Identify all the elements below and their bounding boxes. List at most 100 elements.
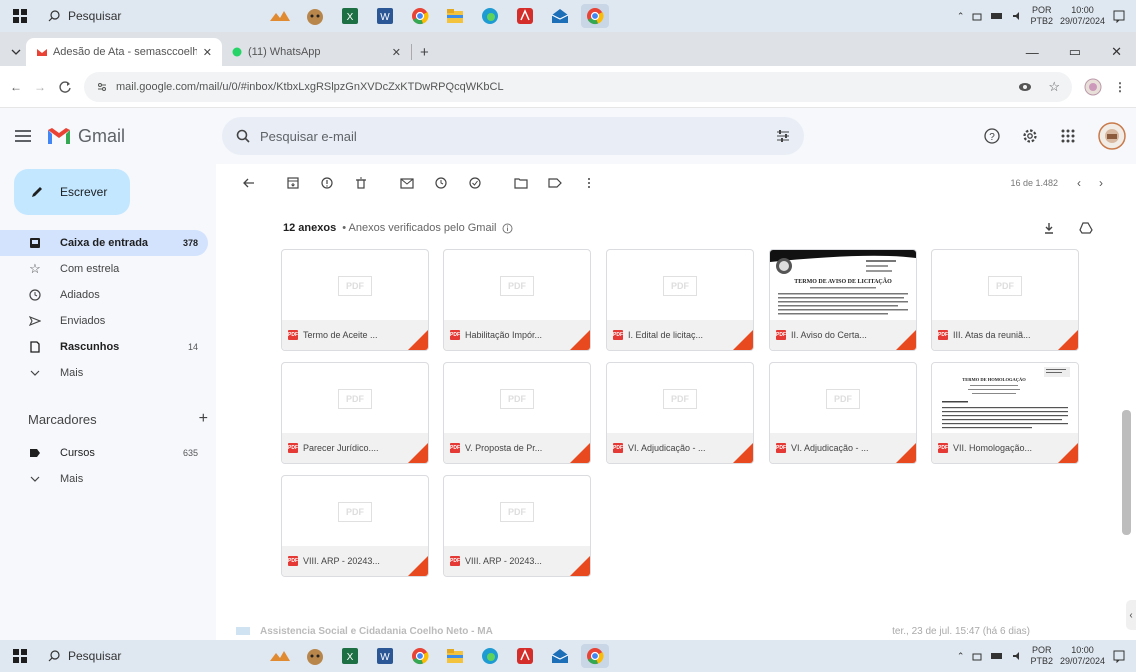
- account-avatar[interactable]: [1098, 122, 1126, 150]
- attachment-card[interactable]: PDF PDF Parecer Jurídico....: [281, 362, 429, 464]
- edge-app-icon[interactable]: [476, 4, 504, 28]
- tray-chevron-up-icon[interactable]: ⌃: [957, 11, 965, 22]
- older-icon[interactable]: ‹: [1068, 176, 1090, 190]
- nav-item-drafts[interactable]: Rascunhos 14: [0, 334, 208, 360]
- search-filter-icon[interactable]: [776, 129, 790, 143]
- nav-item-more[interactable]: Mais: [0, 360, 208, 386]
- attachment-card[interactable]: PDF PDF VI. Adjudicação - ...: [769, 362, 917, 464]
- mail-search-input[interactable]: Pesquisar e-mail: [222, 117, 804, 155]
- taskbar-search[interactable]: Pesquisar: [40, 640, 206, 672]
- nav-item-inbox[interactable]: Caixa de entrada 378: [0, 230, 208, 256]
- site-info-icon[interactable]: [96, 81, 108, 93]
- windows-start-button[interactable]: [0, 0, 40, 32]
- gmail-logo[interactable]: Gmail: [46, 126, 222, 147]
- chrome-app-icon[interactable]: [406, 4, 434, 28]
- word-app-icon[interactable]: W: [371, 4, 399, 28]
- tab-whatsapp[interactable]: (11) WhatsApp ✕: [222, 44, 412, 60]
- attachment-card[interactable]: PDF PDF Habilitação Impór...: [443, 249, 591, 351]
- volume-icon[interactable]: [1011, 10, 1023, 22]
- attachment-card[interactable]: PDF PDF VIII. ARP - 20243...: [281, 475, 429, 577]
- pdf-reader-icon[interactable]: [511, 4, 539, 28]
- word-app-icon[interactable]: W: [371, 644, 399, 668]
- browser-menu-icon[interactable]: ⋮: [1114, 80, 1126, 94]
- tray-language[interactable]: POR PTB2: [1030, 645, 1053, 667]
- back-to-inbox-icon[interactable]: [236, 170, 262, 196]
- apps-grid-icon[interactable]: [1060, 128, 1076, 144]
- download-all-icon[interactable]: [1043, 222, 1055, 234]
- edge-app-icon[interactable]: [476, 644, 504, 668]
- battery-icon[interactable]: [990, 10, 1004, 22]
- restore-icon[interactable]: ▭: [1069, 44, 1081, 60]
- tab-gmail[interactable]: Adesão de Ata - semasccoelhon ✕: [26, 38, 222, 66]
- attachment-card[interactable]: TERMO DE HOMOLOGAÇÃO PDF VII. Homologação…: [931, 362, 1079, 464]
- add-to-drive-icon[interactable]: [1079, 222, 1093, 234]
- compose-button[interactable]: Escrever: [14, 169, 130, 215]
- report-spam-icon[interactable]: [314, 170, 340, 196]
- info-icon[interactable]: [502, 223, 513, 234]
- volume-icon[interactable]: [1011, 650, 1023, 662]
- more-options-icon[interactable]: [576, 170, 602, 196]
- archive-icon[interactable]: [280, 170, 306, 196]
- battery-icon[interactable]: [990, 650, 1004, 662]
- settings-gear-icon[interactable]: [1022, 128, 1038, 144]
- attachment-card[interactable]: TERMO DE AVISO DE LICITAÇÃO PDF II. Aviso…: [769, 249, 917, 351]
- forward-icon[interactable]: →: [34, 80, 46, 94]
- tab-search-button[interactable]: [6, 38, 26, 66]
- address-bar[interactable]: mail.google.com/mail/u/0/#inbox/KtbxLxgR…: [84, 71, 1072, 102]
- side-panel-toggle-icon[interactable]: ‹: [1126, 600, 1136, 630]
- taskbar-search[interactable]: Pesquisar: [40, 0, 206, 32]
- network-icon[interactable]: [971, 10, 983, 22]
- tray-chevron-up-icon[interactable]: ⌃: [957, 651, 965, 662]
- pdf-reader-icon[interactable]: [511, 644, 539, 668]
- help-icon[interactable]: ?: [984, 128, 1000, 144]
- notifications-icon[interactable]: [1112, 649, 1126, 663]
- main-menu-icon[interactable]: [0, 130, 46, 142]
- bookmark-star-icon[interactable]: ☆: [1048, 79, 1060, 95]
- snooze-icon[interactable]: [428, 170, 454, 196]
- nav-item-starred[interactable]: ☆ Com estrela: [0, 256, 208, 282]
- nav-item-sent[interactable]: Enviados: [0, 308, 208, 334]
- attachment-card[interactable]: PDF PDF Termo de Aceite ...: [281, 249, 429, 351]
- cat-app-icon[interactable]: [301, 644, 329, 668]
- close-tab-icon[interactable]: ✕: [392, 46, 401, 59]
- tray-language[interactable]: POR PTB2: [1030, 5, 1053, 27]
- notifications-icon[interactable]: [1112, 9, 1126, 23]
- label-item-cursos[interactable]: Cursos 635: [0, 440, 208, 466]
- photos-app-icon[interactable]: [266, 4, 294, 28]
- next-message-row[interactable]: Assistencia Social e Cidadania Coelho Ne…: [216, 622, 1120, 640]
- photos-app-icon[interactable]: [266, 644, 294, 668]
- network-icon[interactable]: [971, 650, 983, 662]
- labels-more[interactable]: Mais: [0, 466, 208, 492]
- mail-app-icon[interactable]: [546, 4, 574, 28]
- chrome-app-icon[interactable]: [406, 644, 434, 668]
- add-to-tasks-icon[interactable]: [462, 170, 488, 196]
- profile-avatar-icon[interactable]: [1084, 78, 1102, 96]
- file-explorer-icon[interactable]: [441, 4, 469, 28]
- excel-app-icon[interactable]: X: [336, 644, 364, 668]
- file-explorer-icon[interactable]: [441, 644, 469, 668]
- mark-unread-icon[interactable]: [394, 170, 420, 196]
- add-label-icon[interactable]: +: [199, 410, 208, 428]
- search-icon[interactable]: [236, 129, 250, 143]
- chrome-profile-app-icon[interactable]: [581, 644, 609, 668]
- excel-app-icon[interactable]: X: [336, 4, 364, 28]
- back-icon[interactable]: ←: [10, 80, 22, 94]
- delete-icon[interactable]: [348, 170, 374, 196]
- attachment-card[interactable]: PDF PDF III. Atas da reuniã...: [931, 249, 1079, 351]
- attachment-card[interactable]: PDF PDF I. Edital de licitaç...: [606, 249, 754, 351]
- mail-app-icon[interactable]: [546, 644, 574, 668]
- eye-icon[interactable]: [1018, 81, 1032, 93]
- label-as-icon[interactable]: [542, 170, 568, 196]
- attachment-card[interactable]: PDF PDF VI. Adjudicação - ...: [606, 362, 754, 464]
- nav-item-snoozed[interactable]: Adiados: [0, 282, 208, 308]
- minimize-icon[interactable]: —: [1026, 45, 1039, 60]
- tray-clock[interactable]: 10:00 29/07/2024: [1060, 5, 1105, 27]
- attachment-card[interactable]: PDF PDF V. Proposta de Pr...: [443, 362, 591, 464]
- reload-icon[interactable]: [58, 80, 72, 94]
- close-window-icon[interactable]: ✕: [1111, 44, 1122, 60]
- tray-clock[interactable]: 10:00 29/07/2024: [1060, 645, 1105, 667]
- cat-app-icon[interactable]: [301, 4, 329, 28]
- scrollbar-thumb[interactable]: [1122, 410, 1131, 535]
- chrome-profile-app-icon[interactable]: [581, 4, 609, 28]
- new-tab-button[interactable]: +: [412, 38, 429, 66]
